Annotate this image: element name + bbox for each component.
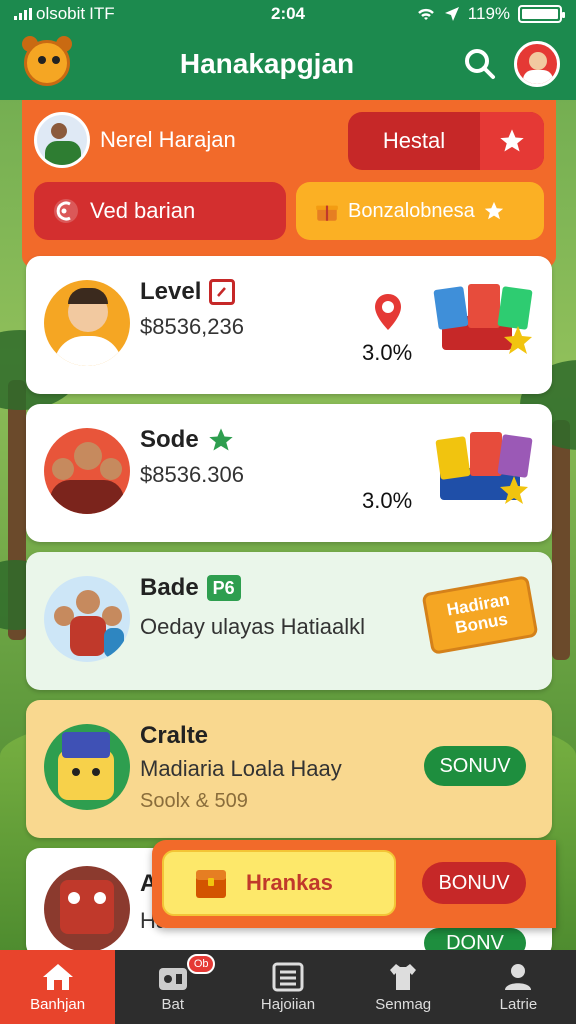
tab-label: Latrie bbox=[499, 995, 538, 1013]
flag-icon bbox=[209, 279, 236, 305]
tab-banhjan[interactable]: Banhjan bbox=[0, 950, 116, 1024]
family-avatar bbox=[44, 576, 130, 662]
hrankas-button[interactable]: Hrankas bbox=[162, 850, 396, 916]
gift-icon bbox=[316, 205, 338, 221]
ved-barian-label: Ved barian bbox=[90, 198, 196, 223]
star-icon bbox=[484, 201, 503, 220]
signal-icon bbox=[14, 8, 32, 20]
card-description: Oeday ulayas Hatiaalkl bbox=[140, 614, 366, 639]
tab-label: Banhjan bbox=[30, 995, 86, 1013]
battery-icon bbox=[518, 5, 566, 23]
location-pin-icon bbox=[375, 294, 401, 330]
page-title: Hanakapgjan bbox=[179, 48, 355, 79]
group-avatar bbox=[44, 428, 130, 514]
phone-icon bbox=[54, 199, 78, 223]
tab-label: Senmag bbox=[375, 995, 432, 1013]
search-icon bbox=[465, 49, 495, 79]
list-icon bbox=[272, 962, 304, 991]
profile-avatar bbox=[34, 112, 90, 168]
card-amount: $8536.306 bbox=[140, 462, 244, 487]
tab-label: Hajoiian bbox=[260, 995, 316, 1013]
app-header: Hanakapgjan bbox=[0, 28, 576, 100]
notification-badge: Ob bbox=[187, 954, 216, 974]
mascot-logo-icon[interactable] bbox=[16, 34, 76, 94]
bonus-button[interactable]: Bonzalobnesa bbox=[296, 182, 544, 240]
card-percent: 3.0% bbox=[362, 488, 413, 513]
status-bar: olsobit ITF 2:04 119% bbox=[0, 0, 576, 28]
list-item-cralte[interactable]: Cralte Madiaria Loala Haay Soolx & 509 S… bbox=[26, 700, 552, 838]
hestal-button[interactable]: Hestal bbox=[348, 112, 544, 170]
bonuv-button[interactable]: BONUV bbox=[422, 862, 526, 904]
player-avatar bbox=[44, 280, 130, 366]
list-item-level[interactable]: Level $8536,236 3.0% bbox=[26, 256, 552, 394]
tab-label: Bat bbox=[161, 995, 185, 1013]
treasure-box-icon bbox=[196, 870, 226, 898]
status-time: 2:04 bbox=[270, 4, 306, 23]
star-icon bbox=[500, 129, 524, 152]
bottom-tab-bar: Banhjan Ob Bat Hajoiian Senmag Latrie bbox=[0, 950, 576, 1024]
hrankas-label: Hrankas bbox=[246, 870, 333, 895]
card-description: Madiaria Loala Haay bbox=[140, 756, 342, 781]
ved-barian-button[interactable]: Ved barian bbox=[34, 182, 286, 240]
wifi-icon bbox=[417, 8, 434, 20]
card-amount: $8536,236 bbox=[140, 314, 244, 339]
hestal-label: Hestal bbox=[382, 128, 446, 153]
tab-hajoiian[interactable]: Hajoiian bbox=[230, 950, 345, 1024]
user-avatar[interactable] bbox=[514, 41, 560, 87]
gamepad-icon bbox=[158, 967, 187, 990]
card-detail: Soolx & 509 bbox=[140, 790, 248, 812]
cards-bundle-icon bbox=[435, 432, 533, 504]
green-star-icon bbox=[209, 428, 233, 451]
home-icon bbox=[42, 963, 73, 990]
card-title: Cralte bbox=[140, 722, 209, 749]
card-title: Bade bbox=[140, 574, 199, 601]
hrankas-popup: Hrankas BONUV bbox=[152, 840, 556, 928]
profile-name: Nerel Harajan bbox=[100, 127, 236, 152]
card-percent: 3.0% bbox=[362, 340, 413, 365]
sonuv-button[interactable]: SONUV bbox=[424, 746, 526, 786]
game-card-avatar bbox=[44, 724, 130, 810]
network-label: ITF bbox=[89, 4, 115, 23]
top-panel: Nerel Harajan Hestal Ved barian Bonzalob… bbox=[22, 100, 556, 268]
card-title: Sode bbox=[140, 426, 199, 453]
card-title: Level bbox=[140, 278, 202, 305]
tab-senmag[interactable]: Senmag bbox=[346, 950, 461, 1024]
bonus-ribbon-label: Hadiran Bonus bbox=[445, 590, 512, 638]
list-item-bade[interactable]: Bade P6 Oeday ulayas Hatiaalkl Hadiran B… bbox=[26, 552, 552, 690]
user-icon bbox=[505, 963, 532, 990]
tab-bat[interactable]: Ob Bat bbox=[115, 950, 230, 1024]
profile-section[interactable]: Nerel Harajan bbox=[34, 112, 236, 168]
robot-avatar bbox=[44, 866, 130, 952]
cards-bundle-icon bbox=[433, 284, 533, 354]
bonus-ribbon[interactable]: Hadiran Bonus bbox=[421, 575, 539, 655]
tab-latrie[interactable]: Latrie bbox=[461, 950, 576, 1024]
shirt-icon bbox=[390, 963, 417, 990]
location-arrow-icon bbox=[444, 7, 459, 21]
carrier-label: olsobit bbox=[36, 4, 86, 23]
level-badge: P6 bbox=[206, 575, 241, 601]
list-item-sode[interactable]: Sode $8536.306 3.0% bbox=[26, 404, 552, 542]
battery-percent: 119% bbox=[467, 4, 511, 23]
bonus-label: Bonzalobnesa bbox=[348, 199, 475, 222]
search-button[interactable] bbox=[458, 42, 502, 86]
